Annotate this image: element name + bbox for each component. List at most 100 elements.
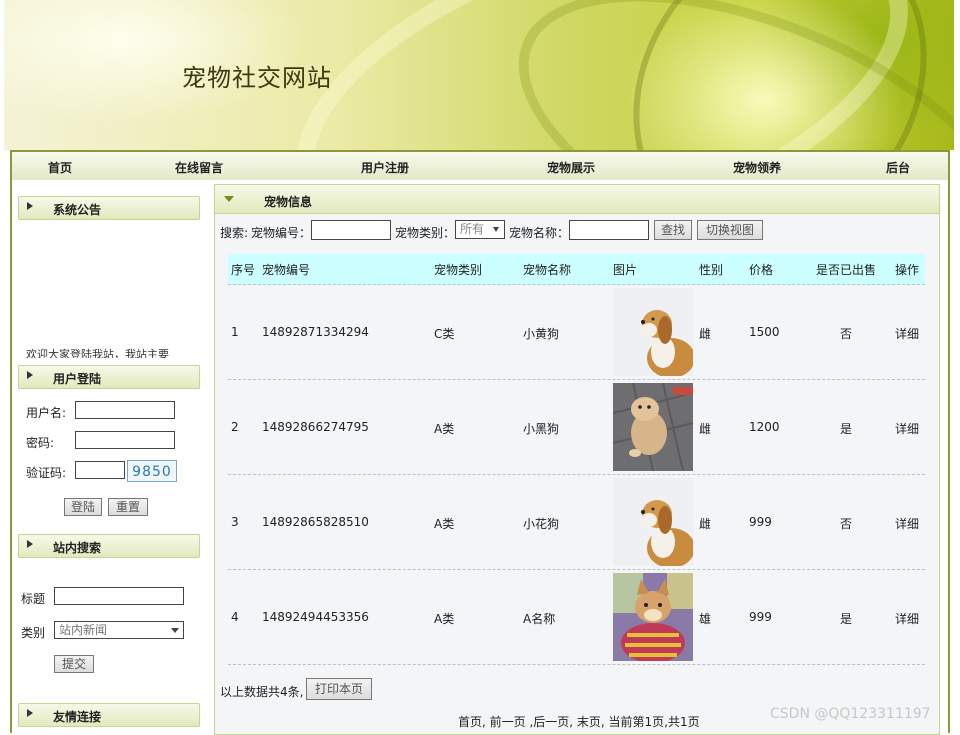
nav-item-guestbook[interactable]: 在线留言 (175, 159, 223, 176)
row-sold: 是 (840, 612, 853, 626)
row-sex: 雄 (699, 612, 712, 626)
expand-triangle-icon (224, 196, 234, 202)
row-pet-id: 14892865828510 (262, 515, 369, 529)
nav-item-register[interactable]: 用户注册 (361, 159, 409, 176)
search-category-value: 站内新闻 (59, 623, 108, 637)
detail-link[interactable]: 详细 (895, 515, 919, 532)
site-title: 宠物社交网站 (182, 64, 332, 92)
row-price: 999 (749, 515, 772, 529)
row-pet-id: 14892871334294 (262, 325, 369, 339)
main-nav: 首页 在线留言 用户注册 宠物展示 宠物领养 后台 (10, 150, 950, 181)
column-header: 性别 (699, 263, 724, 277)
row-divider (228, 379, 925, 380)
pet-category-value: 所有 (460, 222, 485, 236)
pet-photo-beagle[interactable] (613, 478, 693, 566)
row-divider (228, 569, 925, 570)
search-category-label: 类别 (21, 626, 46, 640)
captcha-label: 验证码: (26, 466, 67, 480)
login-panel-title: 用户登陆 (53, 372, 102, 386)
pet-category-label: 宠物类别： (395, 226, 456, 240)
search-category-select[interactable]: 站内新闻 (54, 621, 184, 639)
print-page-button[interactable]: 打印本页 (306, 678, 372, 700)
column-header: 宠物编号 (262, 263, 311, 277)
row-sex: 雌 (699, 517, 712, 531)
row-sex: 雌 (699, 327, 712, 341)
pet-name-input[interactable] (569, 220, 649, 240)
pagination[interactable]: 首页, 前一页 ,后一页, 末页, 当前第1页,共1页 (458, 713, 700, 730)
reset-button[interactable]: 重置 (108, 498, 148, 516)
site-search-panel-header: 站内搜索 (18, 534, 200, 558)
dropdown-arrow-icon (171, 628, 179, 633)
nav-item-pet-showcase[interactable]: 宠物展示 (547, 159, 595, 176)
pomeranian-photo-image (613, 383, 693, 471)
row-sold: 是 (840, 422, 853, 436)
pet-category-select[interactable]: 所有 (455, 220, 505, 239)
row-name: 小花狗 (523, 517, 560, 531)
column-header: 宠物类别 (434, 263, 483, 277)
nav-item-home[interactable]: 首页 (48, 159, 72, 176)
notice-panel-title: 系统公告 (53, 203, 102, 217)
notice-panel-header: 系统公告 (18, 196, 200, 220)
notice-marquee-text: 欢迎大家登陆我站，我站主要 (26, 348, 169, 358)
collapse-triangle-icon (27, 202, 33, 210)
password-label: 密码: (26, 436, 55, 450)
collapse-triangle-icon (27, 709, 33, 717)
row-name: 小黑狗 (523, 422, 560, 436)
password-input[interactable] (75, 431, 175, 449)
record-count-text: 以上数据共4条, (220, 685, 304, 699)
toggle-view-button[interactable]: 切换视图 (697, 220, 763, 240)
detail-link[interactable]: 详细 (895, 610, 919, 627)
row-category: A类 (434, 517, 455, 531)
column-header: 操作 (895, 263, 920, 277)
site-search-panel-title: 站内搜索 (53, 541, 102, 555)
search-title-input[interactable] (54, 587, 184, 605)
row-name: 小黄狗 (523, 327, 560, 341)
row-index: 2 (231, 420, 239, 434)
pet-id-input[interactable] (311, 220, 391, 240)
row-sold: 否 (840, 517, 853, 531)
pet-info-title: 宠物信息 (264, 195, 313, 209)
row-index: 4 (231, 610, 239, 624)
pet-name-label: 宠物名称： (509, 226, 570, 240)
search-title-label: 标题 (21, 592, 46, 606)
pet-table-header: 序号 宠物编号 宠物类别 宠物名称 图片 性别 价格 是否已出售 操作 (228, 254, 925, 285)
site-banner (4, 0, 954, 150)
detail-link[interactable]: 详细 (895, 420, 919, 437)
row-category: A类 (434, 612, 455, 626)
beagle-photo-image (613, 288, 693, 376)
detail-link[interactable]: 详细 (895, 325, 919, 342)
pet-photo-pomeranian[interactable] (613, 383, 693, 471)
find-button[interactable]: 查找 (654, 220, 692, 240)
collapse-triangle-icon (27, 371, 33, 379)
friend-links-panel-header: 友情连接 (18, 703, 200, 727)
column-header: 图片 (613, 263, 638, 277)
row-index: 3 (231, 515, 239, 529)
row-name: A名称 (523, 612, 556, 626)
login-button[interactable]: 登陆 (64, 498, 102, 516)
row-price: 999 (749, 610, 772, 624)
row-pet-id: 14892494453356 (262, 610, 369, 624)
row-price: 1200 (749, 420, 780, 434)
search-prefix-label: 搜索: (220, 226, 249, 240)
shiba-sweater-photo-image (613, 573, 693, 661)
dropdown-arrow-icon (493, 227, 499, 232)
pet-info-header: 宠物信息 (215, 185, 939, 214)
nav-item-admin[interactable]: 后台 (886, 159, 910, 176)
beagle-photo-image (613, 478, 693, 566)
column-header: 宠物名称 (523, 263, 572, 277)
nav-item-adoption[interactable]: 宠物领养 (733, 159, 781, 176)
pet-photo-beagle[interactable] (613, 288, 693, 376)
row-divider (228, 474, 925, 475)
column-header: 价格 (749, 263, 774, 277)
pet-photo-shiba[interactable] (613, 573, 693, 661)
username-input[interactable] (75, 401, 175, 419)
search-submit-button[interactable]: 提交 (54, 655, 94, 673)
row-divider (228, 664, 925, 665)
column-header: 是否已出售 (816, 263, 877, 277)
row-sex: 雌 (699, 422, 712, 436)
pet-id-label: 宠物编号： (251, 226, 312, 240)
watermark: CSDN @QQ123311197 (770, 706, 931, 722)
captcha-image[interactable]: 9850 (127, 460, 177, 482)
row-pet-id: 14892866274795 (262, 420, 369, 434)
captcha-input[interactable] (75, 461, 125, 479)
